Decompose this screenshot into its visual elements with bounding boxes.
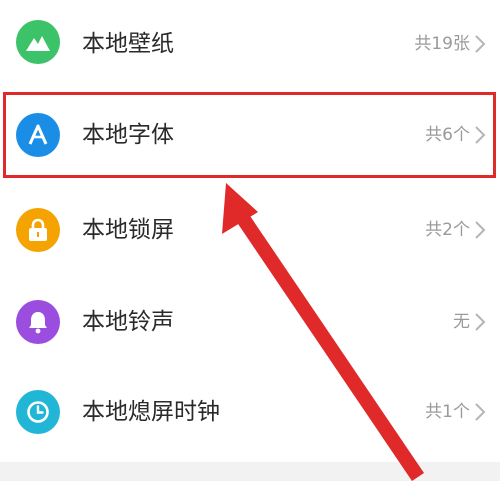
clock-icon bbox=[16, 390, 60, 434]
lock-icon bbox=[16, 208, 60, 252]
list-item-local-font[interactable]: 本地字体 共6个 bbox=[0, 92, 500, 178]
item-label: 本地壁纸 bbox=[82, 31, 174, 57]
item-label: 本地铃声 bbox=[82, 309, 174, 335]
list-item-local-lockscreen[interactable]: 本地锁屏 共2个 bbox=[0, 184, 500, 276]
item-label: 本地字体 bbox=[82, 122, 174, 148]
item-label: 本地锁屏 bbox=[82, 217, 174, 243]
item-count: 共19张 bbox=[414, 34, 470, 54]
chevron-right-icon bbox=[475, 403, 486, 421]
mountain-icon bbox=[16, 20, 60, 64]
item-count: 无 bbox=[453, 312, 470, 332]
bell-icon bbox=[16, 300, 60, 344]
list-item-local-wallpaper[interactable]: 本地壁纸 共19张 bbox=[0, 0, 500, 92]
item-count: 共1个 bbox=[425, 402, 470, 422]
item-count: 共2个 bbox=[425, 220, 470, 240]
chevron-right-icon bbox=[475, 126, 486, 144]
chevron-right-icon bbox=[475, 35, 486, 53]
item-count: 共6个 bbox=[425, 125, 470, 145]
list-item-local-aod-clock[interactable]: 本地熄屏时钟 共1个 bbox=[0, 366, 500, 458]
chevron-right-icon bbox=[475, 221, 486, 239]
font-a-icon bbox=[16, 113, 60, 157]
chevron-right-icon bbox=[475, 313, 486, 331]
list-item-local-ringtone[interactable]: 本地铃声 无 bbox=[0, 276, 500, 368]
bottom-bar bbox=[0, 462, 500, 481]
item-label: 本地熄屏时钟 bbox=[82, 399, 220, 425]
